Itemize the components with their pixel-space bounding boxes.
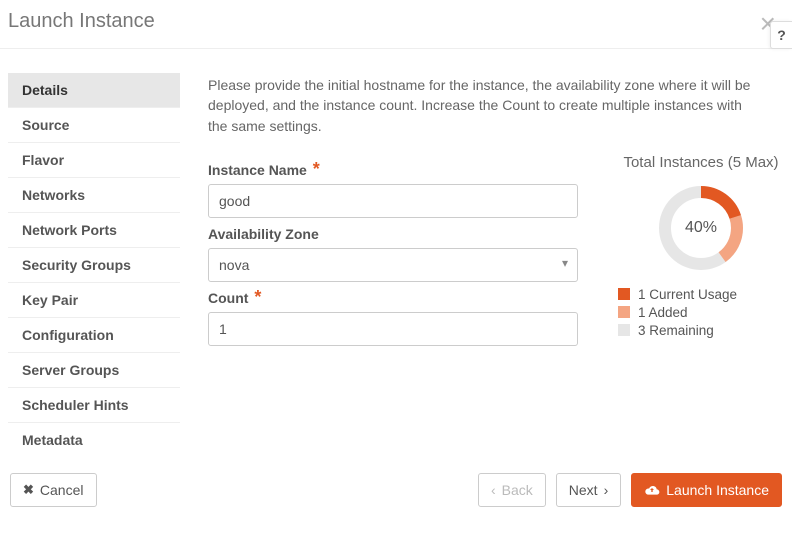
next-button[interactable]: Next ›: [556, 473, 621, 507]
x-icon: ✖: [23, 482, 34, 498]
sidebar-item-scheduler-hints[interactable]: Scheduler Hints: [8, 388, 180, 423]
instance-name-input[interactable]: [208, 184, 578, 218]
legend-current: 1 Current Usage: [638, 287, 737, 302]
swatch-remaining-icon: [618, 324, 630, 336]
required-asterisk-icon: *: [313, 159, 320, 179]
help-icon[interactable]: ?: [770, 21, 792, 49]
donut-percent-label: 40%: [656, 183, 746, 273]
modal-title: Launch Instance: [8, 10, 155, 33]
total-instances-title: Total Instances (5 Max): [618, 154, 784, 171]
count-label: Count *: [208, 290, 578, 306]
availability-zone-label: Availability Zone: [208, 226, 578, 242]
description-text: Please provide the initial hostname for …: [208, 75, 784, 136]
chevron-left-icon: ‹: [491, 482, 496, 498]
instance-name-label: Instance Name *: [208, 162, 578, 178]
sidebar-item-configuration[interactable]: Configuration: [8, 318, 180, 353]
availability-zone-label-text: Availability Zone: [208, 226, 319, 242]
back-button-label: Back: [502, 482, 533, 498]
usage-legend: 1 Current Usage 1 Added 3 Remaining: [618, 287, 784, 338]
sidebar-item-flavor[interactable]: Flavor: [8, 143, 180, 178]
cancel-button-label: Cancel: [40, 482, 84, 498]
cancel-button[interactable]: ✖ Cancel: [10, 473, 97, 507]
sidebar-item-details[interactable]: Details: [8, 73, 180, 108]
required-asterisk-icon: *: [254, 287, 261, 307]
sidebar-item-server-groups[interactable]: Server Groups: [8, 353, 180, 388]
chevron-right-icon: ›: [604, 482, 609, 498]
wizard-sidebar: Details Source Flavor Networks Network P…: [8, 49, 180, 457]
instance-name-label-text: Instance Name: [208, 162, 307, 178]
sidebar-item-networks[interactable]: Networks: [8, 178, 180, 213]
launch-button-label: Launch Instance: [666, 482, 769, 498]
sidebar-item-source[interactable]: Source: [8, 108, 180, 143]
legend-remaining: 3 Remaining: [638, 323, 714, 338]
next-button-label: Next: [569, 482, 598, 498]
cloud-upload-icon: [644, 484, 660, 496]
legend-added: 1 Added: [638, 305, 688, 320]
usage-donut-chart: 40%: [656, 183, 746, 273]
swatch-added-icon: [618, 306, 630, 318]
sidebar-item-key-pair[interactable]: Key Pair: [8, 283, 180, 318]
sidebar-item-metadata[interactable]: Metadata: [8, 423, 180, 457]
launch-instance-button[interactable]: Launch Instance: [631, 473, 782, 507]
back-button: ‹ Back: [478, 473, 546, 507]
count-input[interactable]: [208, 312, 578, 346]
sidebar-item-network-ports[interactable]: Network Ports: [8, 213, 180, 248]
swatch-current-icon: [618, 288, 630, 300]
sidebar-item-security-groups[interactable]: Security Groups: [8, 248, 180, 283]
count-label-text: Count: [208, 290, 248, 306]
availability-zone-select[interactable]: [208, 248, 578, 282]
